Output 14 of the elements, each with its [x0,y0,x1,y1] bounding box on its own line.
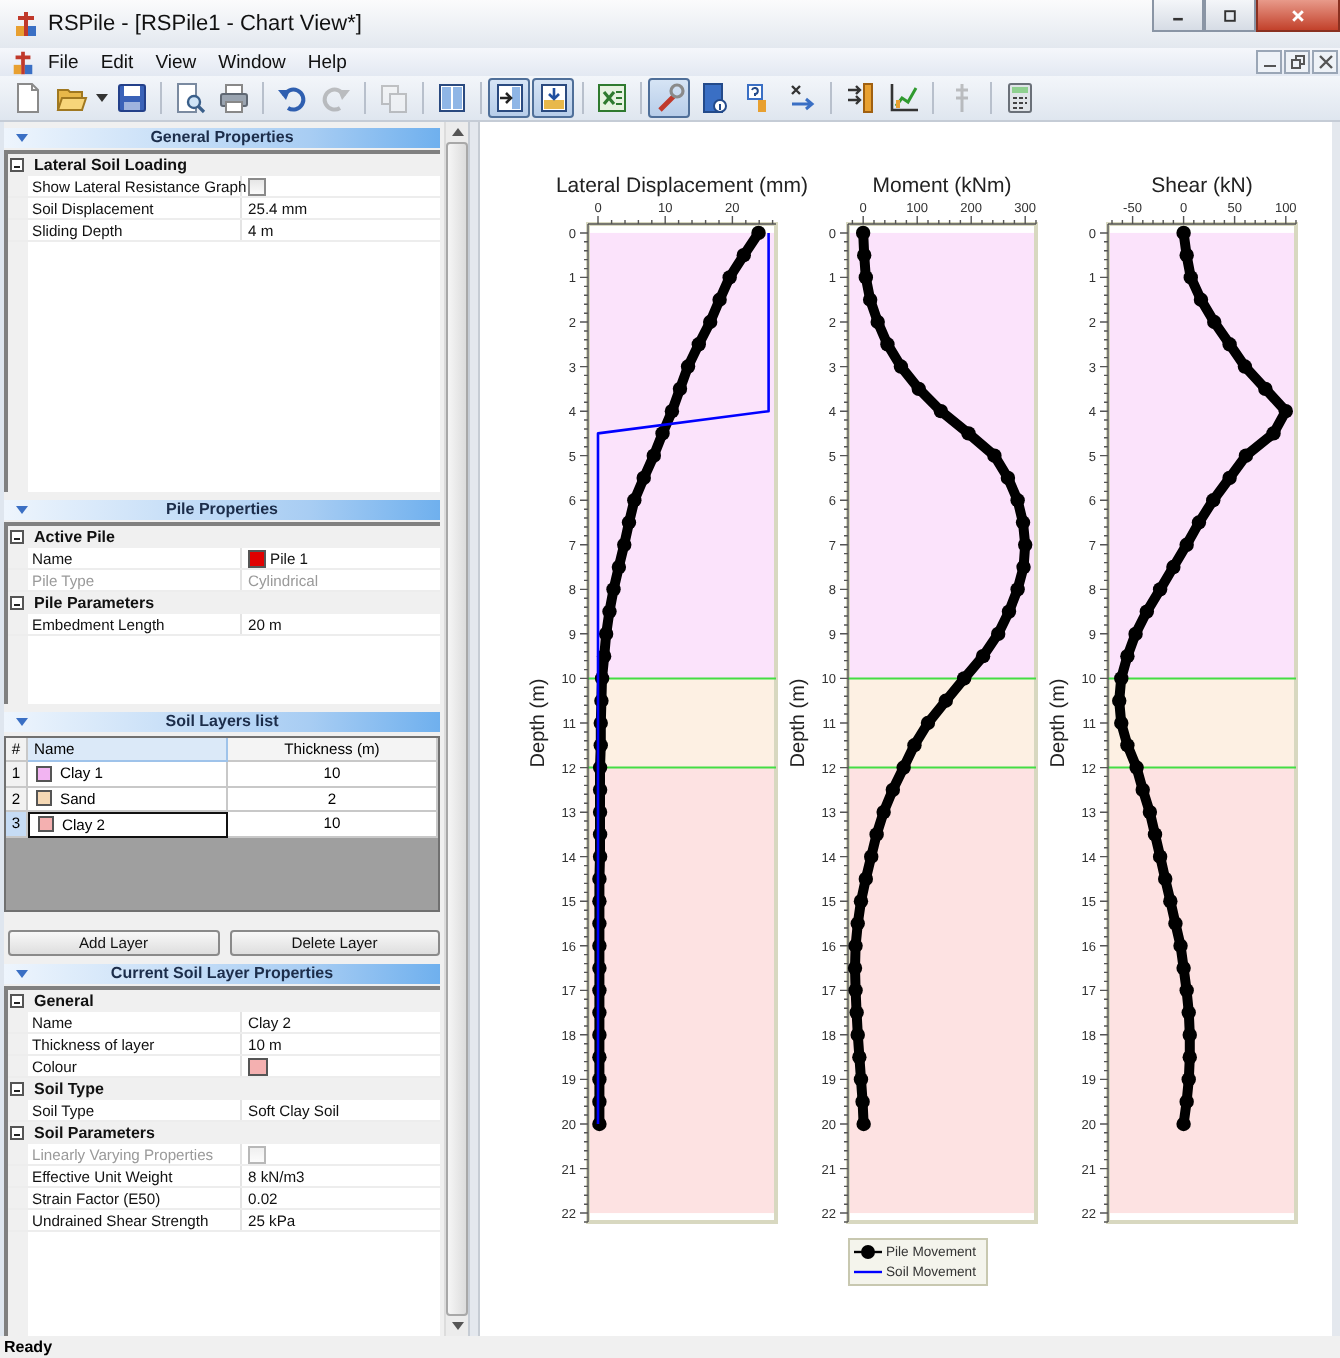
category-label: Soil Parameters [34,1124,155,1142]
category-label: Lateral Soil Loading [34,156,187,174]
category-label: Active Pile [34,528,115,546]
window-title: RSPile - [RSPile1 - Chart View*] [48,12,362,36]
status-text: Ready [4,1338,53,1356]
chart-title: Moment (kNm) [872,174,1012,198]
chart-title: Lateral Displacement (mm) [555,174,809,198]
axis-label: Depth (m) [788,678,810,768]
category-label: General [34,992,94,1010]
axis-label: Depth (m) [528,678,550,768]
category-label: Soil Type [34,1080,104,1098]
axis-label: Depth (m) [1048,678,1070,768]
category-label: Pile Parameters [34,594,155,612]
chart-title: Shear (kN) [1151,174,1253,198]
